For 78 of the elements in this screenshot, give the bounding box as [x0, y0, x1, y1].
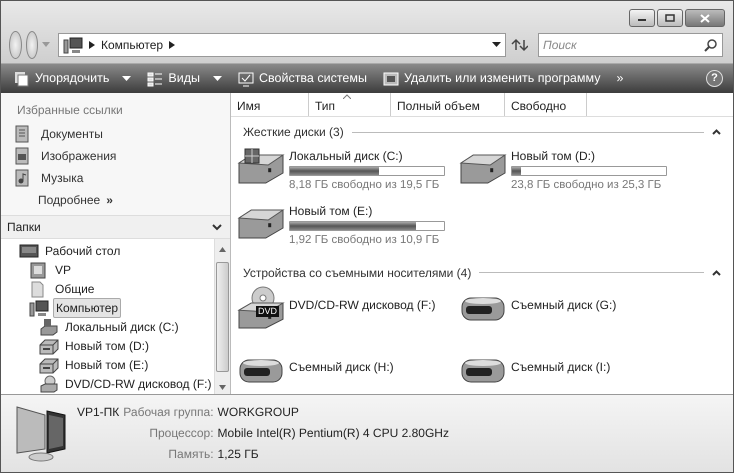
property-value: WORKGROUP	[218, 404, 300, 421]
tree-item[interactable]: DVD/CD-RW дисковод (F:)	[1, 374, 214, 393]
forward-button[interactable]	[26, 31, 38, 59]
hard-drive-icon	[39, 336, 59, 354]
maximize-button[interactable]	[657, 9, 683, 27]
organize-icon	[14, 70, 30, 86]
drive-name[interactable]: Съемный диск (G:)	[511, 296, 616, 314]
property-value: Mobile Intel(R) Pentium(R) 4 CPU 2.80GHz	[218, 425, 449, 442]
free-space-text: 8,18 ГБ свободно из 19,5 ГБ	[289, 178, 440, 193]
drive-name[interactable]: DVD/CD-RW дисковод (F:)	[289, 296, 436, 314]
system-drive-icon	[39, 318, 59, 336]
address-bar[interactable]: Компьютер	[58, 33, 506, 57]
help-button[interactable]: ?	[706, 70, 723, 87]
search-icon	[704, 38, 718, 52]
tree-item[interactable]: Общие	[1, 279, 214, 298]
column-header[interactable]: Тип	[309, 93, 391, 116]
free-space-text: 23,8 ГБ свободно из 25,3 ГБ	[511, 178, 662, 193]
back-button[interactable]	[9, 31, 22, 59]
dropdown-caret-icon	[122, 76, 132, 82]
more-link[interactable]: Подробнее	[38, 191, 100, 209]
drive-name[interactable]: Съемный диск (H:)	[289, 358, 394, 376]
dropdown-caret-icon	[213, 76, 222, 82]
toolbar-button[interactable]: Упорядочить	[11, 67, 134, 90]
toolbar-button[interactable]: Виды	[144, 67, 225, 90]
free-space-text: 1,92 ГБ свободно из 10,9 ГБ	[289, 233, 440, 248]
drive-name[interactable]: Новый том (E:)	[289, 202, 445, 220]
drive-name[interactable]: Новый том (D:)	[511, 147, 667, 165]
computer-name: VP1-ПК	[77, 404, 120, 421]
folders-header[interactable]: Папки	[1, 215, 230, 239]
tree-item[interactable]: Рабочий стол	[1, 241, 214, 260]
maximize-icon	[665, 14, 675, 22]
collapse-icon[interactable]	[712, 129, 721, 135]
breadcrumb-arrow-icon	[89, 41, 95, 49]
toolbar-button[interactable]: Удалить или изменить программу	[380, 67, 604, 90]
chevron-down-icon	[212, 224, 222, 230]
section-title: Избранные ссылки	[16, 102, 124, 119]
group-title: Жесткие диски (3)	[243, 124, 344, 141]
breadcrumb[interactable]: Компьютер	[101, 36, 164, 54]
toolbar-button[interactable]: Свойства системы	[235, 67, 370, 90]
tree-item[interactable]: Локальный диск (C:)	[1, 317, 214, 336]
chevron-glyph: »	[106, 192, 113, 209]
monitor-check-icon	[238, 70, 254, 86]
close-button[interactable]	[685, 9, 725, 27]
tree-item[interactable]: VP	[1, 260, 214, 279]
favorite-link[interactable]: Документы	[1, 123, 230, 145]
program-box-icon	[382, 70, 399, 86]
breadcrumb-arrow-icon	[169, 41, 176, 49]
dvd-label: DVD	[256, 306, 280, 316]
property-label: Память:	[167, 446, 214, 463]
views-icon	[147, 70, 164, 86]
scroll-up-icon	[219, 247, 226, 252]
property-label: Рабочая группа:	[123, 404, 214, 421]
drive-name[interactable]: Локальный диск (C:)	[289, 147, 445, 165]
property-value: 1,25 ГБ	[218, 446, 260, 463]
hard-drive-icon	[39, 356, 59, 374]
overflow-button[interactable]: »	[613, 67, 626, 90]
dropdown-caret-icon[interactable]	[492, 42, 501, 48]
search-field[interactable]: Поиск	[538, 33, 723, 57]
column-header[interactable]: Имя	[231, 93, 309, 116]
scroll-down-icon	[219, 385, 226, 390]
desktop-icon	[19, 242, 39, 260]
minimize-button[interactable]	[629, 9, 655, 27]
favorite-link[interactable]: Музыка	[1, 167, 230, 189]
column-header[interactable]: Полный объем	[391, 93, 505, 116]
tree-item[interactable]: Новый том (D:)	[1, 336, 214, 355]
property-label: Процессор:	[148, 425, 214, 442]
close-icon	[700, 14, 710, 22]
computer-icon	[63, 36, 83, 54]
favorite-link[interactable]: Изображения	[1, 145, 230, 167]
group-title: Устройства со съемными носителями (4)	[243, 264, 472, 282]
tree-item[interactable]: Новый том (E:)	[1, 355, 214, 374]
column-header[interactable]: Свободно	[505, 93, 587, 116]
tree-item[interactable]: Компьютер	[1, 298, 214, 317]
scrollbar[interactable]	[214, 239, 230, 394]
collapse-icon[interactable]	[712, 270, 721, 276]
refresh-icon[interactable]	[510, 38, 528, 52]
computer-icon	[29, 298, 49, 316]
drive-name[interactable]: Съемный диск (I:)	[511, 358, 610, 376]
